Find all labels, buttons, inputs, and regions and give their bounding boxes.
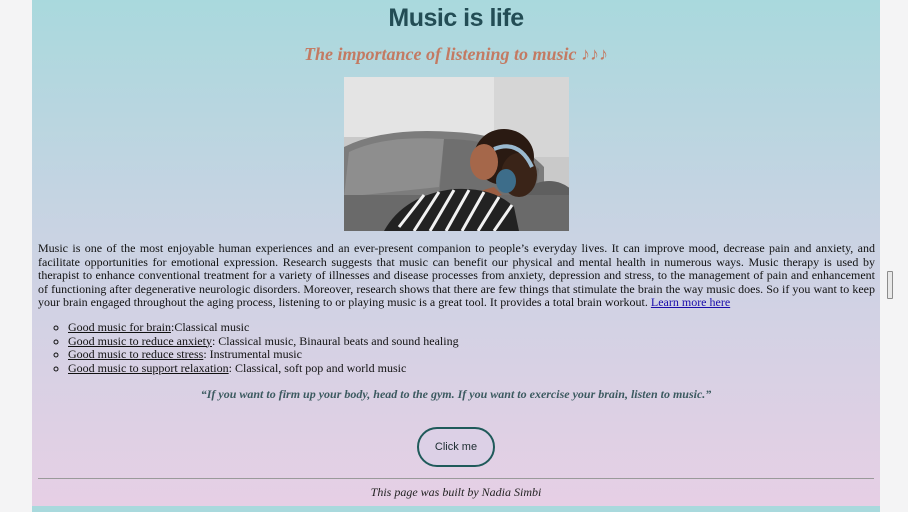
divider: [38, 478, 874, 479]
tip-link-anxiety[interactable]: Good music to reduce anxiety: [68, 334, 212, 348]
page-container: Music is life The importance of listenin…: [32, 0, 880, 512]
hero-image: [344, 77, 569, 231]
footer-credit: This page was built by Nadia Simbi: [370, 485, 542, 499]
tip-text: : Instrumental music: [203, 347, 302, 362]
page-title: Music is life: [388, 4, 524, 32]
list-item: Good music to support relaxation: Classi…: [68, 360, 459, 376]
intro-paragraph: Music is one of the most enjoyable human…: [38, 241, 875, 310]
tip-link-stress[interactable]: Good music to reduce stress: [68, 347, 203, 361]
page-bottom-strip: [32, 506, 880, 512]
quote: “If you want to firm up your body, head …: [200, 387, 712, 401]
list-item: Good music to reduce stress: Instrumenta…: [68, 347, 459, 362]
music-tips-list: Good music for brain:Classical music Goo…: [38, 320, 459, 376]
tip-text: : Classical, soft pop and world music: [228, 360, 407, 375]
tip-text: :Classical music: [170, 320, 250, 334]
list-item: Good music for brain:Classical music: [68, 320, 459, 335]
tip-text: : Classical music, Binaural beats and so…: [211, 333, 459, 348]
learn-more-link[interactable]: Learn more here: [651, 295, 730, 310]
intro-text: Music is one of the most enjoyable human…: [38, 241, 875, 310]
click-me-button[interactable]: Click me: [417, 427, 495, 467]
tip-link-relaxation[interactable]: Good music to support relaxation: [68, 361, 229, 375]
list-item: Good music to reduce anxiety: Classical …: [68, 333, 459, 349]
scrollbar-handle[interactable]: [887, 271, 893, 299]
woman-relaxing-with-headphones-photo: [344, 77, 569, 231]
page-subtitle: The importance of listening to music ♪♪♪: [303, 44, 608, 64]
tip-link-brain[interactable]: Good music for brain: [68, 320, 171, 334]
